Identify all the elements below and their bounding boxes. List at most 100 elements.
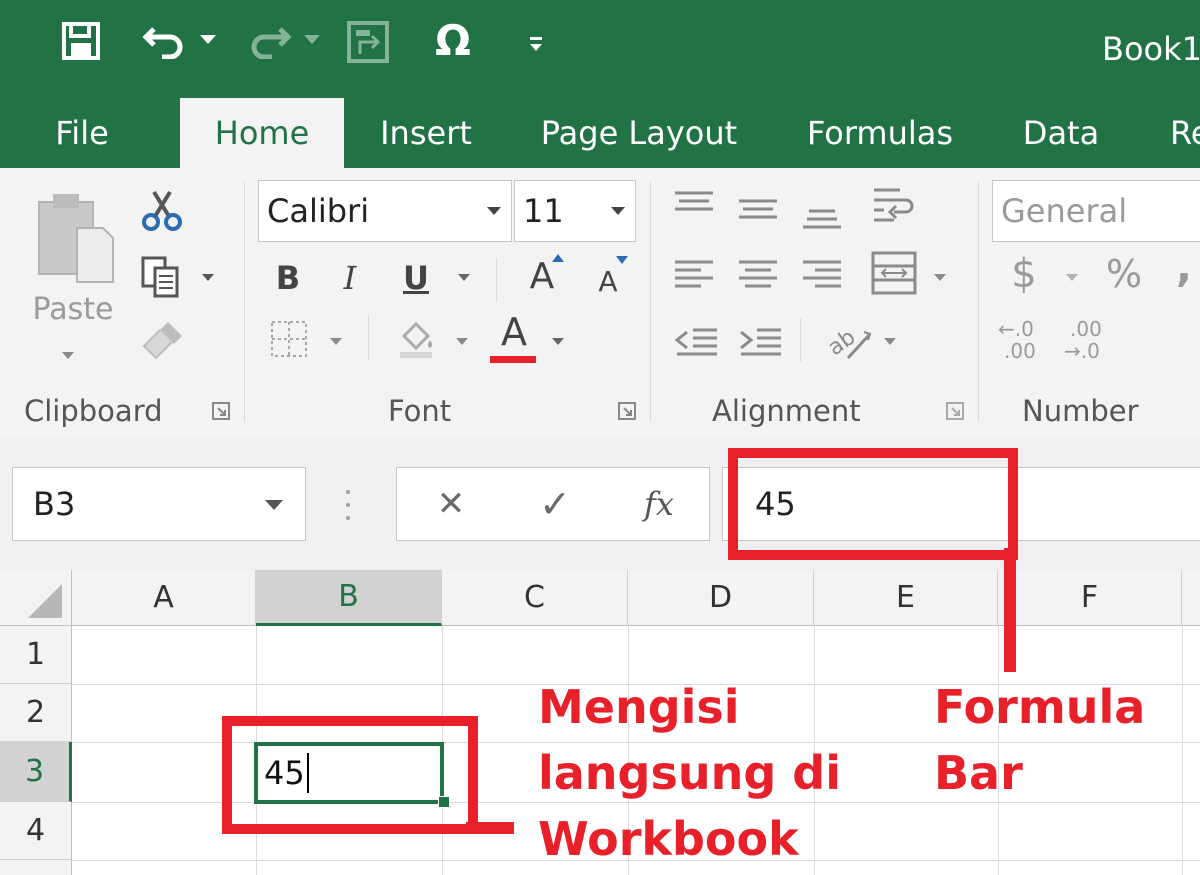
row-header-1[interactable]: 1 [0,626,72,684]
align-center-icon[interactable] [736,254,780,294]
tab-home[interactable]: Home [180,98,344,168]
alignment-launcher-icon[interactable] [946,402,964,420]
tab-review[interactable]: Re [1170,98,1200,168]
italic-button[interactable]: I [328,254,372,302]
cancel-button[interactable]: ✕ [427,482,475,526]
formula-annotation-line-2: Bar [934,746,1023,800]
decrease-decimal-button[interactable]: .00 →.0 [1064,318,1116,368]
row-header-4[interactable]: 4 [0,802,72,860]
grow-font-icon [552,254,564,262]
select-all-button[interactable] [0,570,72,626]
currency-button[interactable]: $ [1006,248,1042,300]
name-box[interactable]: B3 [12,467,306,541]
align-right-icon[interactable] [800,254,844,294]
column-header-g[interactable] [1182,570,1200,626]
clipboard-launcher-icon[interactable] [212,402,230,420]
paste-icon[interactable] [30,190,120,286]
cell-annotation-line-2: langsung di [538,746,841,800]
orientation-dropdown-icon[interactable] [884,338,896,345]
percent-button[interactable]: % [1100,248,1148,300]
cut-icon[interactable] [138,186,186,234]
column-header-d[interactable]: D [628,570,814,626]
paste-dropdown-icon[interactable] [62,352,74,359]
borders-icon[interactable] [268,318,310,360]
tab-formulas[interactable]: Formulas [792,98,968,168]
orientation-icon[interactable]: ab [822,316,874,364]
name-box-dropdown-icon[interactable] [265,500,283,510]
workbook-title: Book1 [1102,30,1200,68]
font-name-dropdown-icon[interactable] [487,207,501,215]
font-divider [496,258,497,302]
merge-center-icon[interactable] [868,248,920,298]
increase-indent-icon[interactable] [736,322,784,362]
font-size-combo[interactable]: 11 [514,180,636,242]
ribbon-divider [650,182,651,422]
enter-button[interactable]: ✓ [531,482,579,526]
column-header-e[interactable]: E [814,570,998,626]
increase-decimal-bottom: .00 [1004,339,1036,363]
paste-label[interactable]: Paste [28,292,118,327]
redo-dropdown-icon[interactable] [302,30,322,50]
number-format-combo[interactable]: General [992,180,1200,242]
decrease-decimal-top: .00 [1070,317,1102,341]
bottom-align-icon[interactable] [800,194,844,234]
tab-data[interactable]: Data [1010,98,1112,168]
tab-insert[interactable]: Insert [364,98,488,168]
top-align-icon[interactable] [672,184,716,224]
tab-page-layout[interactable]: Page Layout [528,98,750,168]
cell-annotation-line-1: Mengisi [538,680,740,734]
row-header-3[interactable]: 3 [0,742,72,802]
merge-dropdown-icon[interactable] [934,274,946,281]
ribbon-divider [978,182,979,422]
font-size-dropdown-icon[interactable] [611,207,625,215]
name-box-value: B3 [33,485,76,523]
font-color-button[interactable]: A [492,310,536,354]
increase-decimal-button[interactable]: ←.0 .00 [998,318,1050,368]
redo-icon[interactable] [244,16,294,62]
font-name-value: Calibri [267,192,370,230]
font-name-combo[interactable]: Calibri [258,180,512,242]
currency-dropdown-icon[interactable] [1066,274,1078,281]
format-painter-icon[interactable] [138,316,188,364]
title-bar: Ω Book1 File Home Insert Page Layout For… [0,0,1200,168]
row-header-5[interactable] [0,860,72,875]
formula-bar-highlight-box [728,448,1018,560]
align-left-icon[interactable] [672,254,716,294]
decrease-decimal-bottom: →.0 [1064,339,1100,363]
symbol-button[interactable]: Ω [426,14,480,66]
fill-color-icon[interactable] [392,314,440,362]
cell-annotation-line-3: Workbook [538,812,799,866]
formula-bar-grip-icon[interactable] [344,488,352,522]
number-format-value: General [1001,192,1128,230]
column-header-c[interactable]: C [442,570,628,626]
borders-dropdown-icon[interactable] [330,338,342,345]
comma-button[interactable]: , [1172,240,1196,292]
font-launcher-icon[interactable] [618,402,636,420]
column-header-a[interactable]: A [72,570,256,626]
decrease-indent-icon[interactable] [672,322,720,362]
tab-file[interactable]: File [0,98,164,168]
save-icon[interactable] [58,18,104,64]
insert-function-button[interactable]: fx [633,482,685,526]
wrap-text-icon[interactable] [868,182,920,230]
undo-icon[interactable] [140,16,190,62]
row-header-2[interactable]: 2 [0,684,72,742]
form-icon[interactable] [344,18,392,66]
fill-color-dropdown-icon[interactable] [456,338,468,345]
font-color-swatch [490,356,536,363]
column-header-f[interactable]: F [998,570,1182,626]
alignment-group-label: Alignment [712,394,861,428]
shrink-font-button[interactable]: A [588,258,628,304]
column-header-b[interactable]: B [256,570,442,626]
copy-icon[interactable] [136,252,188,300]
copy-dropdown-icon[interactable] [202,274,214,281]
shrink-font-icon [616,256,628,264]
middle-align-icon[interactable] [736,188,780,228]
underline-button[interactable]: U [394,254,438,302]
underline-dropdown-icon[interactable] [458,274,470,281]
bold-button[interactable]: B [266,254,310,302]
font-color-dropdown-icon[interactable] [552,338,564,345]
increase-decimal-top: ←.0 [998,317,1034,341]
customize-qat-icon[interactable] [522,30,550,58]
undo-dropdown-icon[interactable] [198,30,218,50]
